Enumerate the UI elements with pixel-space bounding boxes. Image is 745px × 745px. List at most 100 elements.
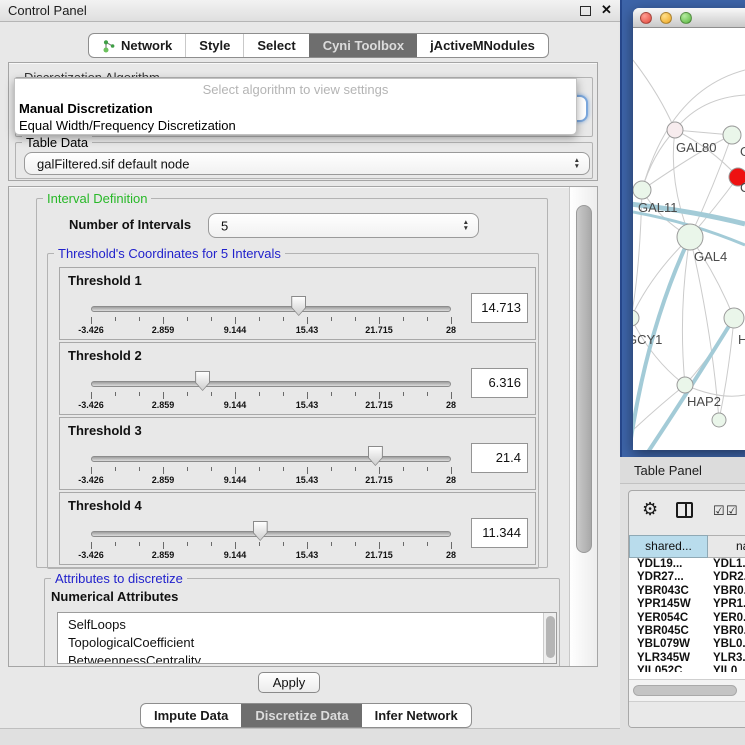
attribute-item[interactable]: TopologicalCoefficient: [58, 634, 556, 652]
table-row[interactable]: YLR345WYLR3...: [629, 652, 745, 665]
threshold-slider-track[interactable]: [91, 381, 451, 387]
threshold-slider-thumb[interactable]: [291, 296, 306, 316]
network-edge[interactable]: [642, 130, 675, 190]
table-row[interactable]: YBL079WYBL0...: [629, 638, 745, 651]
algorithm-dropdown-popup: Select algorithm to view settings Manual…: [14, 78, 577, 135]
interval-definition-group-title: Interval Definition: [43, 191, 151, 206]
network-node[interactable]: [677, 377, 693, 393]
tab-select[interactable]: Select: [243, 34, 308, 57]
close-traffic-light-icon[interactable]: [640, 12, 652, 24]
threshold-slider-thumb[interactable]: [368, 446, 383, 466]
split-columns-icon[interactable]: [676, 502, 693, 518]
table-data-group: Table Data galFiltered.sif default node …: [15, 142, 593, 179]
checkbox-icon[interactable]: ☑: [713, 503, 726, 519]
network-edge[interactable]: [682, 237, 690, 385]
scale-label: 28: [421, 475, 481, 485]
number-of-intervals-combobox[interactable]: 5 ▲▼: [208, 213, 479, 238]
network-node[interactable]: [633, 181, 651, 199]
attribute-item[interactable]: SelfLoops: [58, 616, 556, 634]
minimize-traffic-light-icon[interactable]: [660, 12, 672, 24]
column-header-shared-name[interactable]: shared...: [629, 535, 708, 558]
scale-label: 28: [421, 400, 481, 410]
network-canvas[interactable]: GAL80GAGAL11CGAL4GCY1HHAP2: [633, 28, 745, 450]
attributes-group-title: Attributes to discretize: [51, 571, 187, 586]
cell-shared-name: YBL079W: [637, 638, 690, 651]
zoom-traffic-light-icon[interactable]: [680, 12, 692, 24]
network-edge[interactable]: [690, 237, 719, 420]
network-node[interactable]: [723, 126, 741, 144]
cell-shared-name: YER054C: [637, 612, 688, 625]
tick-mark: [355, 467, 356, 471]
tick-mark: [163, 317, 164, 324]
network-node[interactable]: [712, 413, 726, 427]
network-window-titlebar: [633, 8, 745, 28]
network-node[interactable]: [677, 224, 703, 250]
tab-network[interactable]: Network: [89, 34, 185, 57]
tab-style[interactable]: Style: [185, 34, 243, 57]
thumb-face: [196, 372, 209, 390]
scale-label: 15.43: [277, 400, 337, 410]
table-row[interactable]: YBR043CYBR0...: [629, 585, 745, 598]
table-data-combobox[interactable]: galFiltered.sif default node ▲▼: [24, 152, 590, 175]
algorithm-option[interactable]: Equal Width/Frequency Discretization: [19, 117, 236, 134]
threshold-slider-thumb[interactable]: [253, 521, 268, 541]
threshold-value-field[interactable]: 21.4: [471, 443, 528, 473]
tick-mark: [115, 392, 116, 396]
tab-label: Cyni Toolbox: [323, 38, 404, 53]
tab-label: Infer Network: [375, 708, 458, 723]
table-row[interactable]: YDR27...YDR2...: [629, 571, 745, 584]
table-row[interactable]: YPR145WYPR1...: [629, 598, 745, 611]
cell-shared-name: YPR145W: [637, 598, 691, 611]
checkbox-icon[interactable]: ☑: [726, 503, 739, 519]
tick-mark: [403, 542, 404, 546]
threshold-slider-track[interactable]: [91, 306, 451, 312]
table-row[interactable]: YIL052CYIL0...: [629, 665, 745, 672]
algorithm-option[interactable]: Manual Discretization: [19, 100, 153, 117]
attribute-item[interactable]: BetweennessCentrality: [58, 652, 556, 664]
tab-impute-data[interactable]: Impute Data: [141, 704, 241, 727]
close-icon[interactable]: ✕: [601, 2, 612, 18]
network-node[interactable]: [633, 310, 639, 326]
threshold-value-field[interactable]: 6.316: [471, 368, 528, 398]
float-window-icon[interactable]: [580, 6, 591, 16]
gear-icon[interactable]: ⚙: [642, 499, 658, 520]
network-edge[interactable]: [633, 60, 675, 130]
node-label: GCY1: [633, 332, 662, 347]
tick-mark: [139, 392, 140, 396]
tick-mark: [307, 542, 308, 549]
tab-discretize-data[interactable]: Discretize Data: [241, 704, 361, 727]
tab-label: Discretize Data: [255, 708, 348, 723]
tick-mark: [187, 467, 188, 471]
network-node[interactable]: [667, 122, 683, 138]
threshold-slider-thumb[interactable]: [195, 371, 210, 391]
scale-label: 28: [421, 550, 481, 560]
scale-label: 21.715: [349, 550, 409, 560]
tab-cyni-toolbox[interactable]: Cyni Toolbox: [309, 34, 417, 57]
network-edge[interactable]: [633, 318, 685, 385]
column-header-name[interactable]: na: [708, 535, 745, 558]
settings-scrollbar-thumb[interactable]: [576, 205, 592, 553]
list-scrollbar-thumb[interactable]: [546, 616, 555, 658]
table-hscrollbar[interactable]: [629, 679, 745, 701]
table-hscrollbar-thumb[interactable]: [633, 685, 737, 696]
threshold-value-field[interactable]: 11.344: [471, 518, 528, 548]
list-scrollbar[interactable]: [543, 613, 556, 663]
cell-name: YLR3...: [713, 652, 745, 665]
table-row[interactable]: YBR045CYBR0...: [629, 625, 745, 638]
numerical-attributes-list[interactable]: SelfLoopsTopologicalCoefficientBetweenne…: [57, 612, 557, 664]
tick-mark: [427, 317, 428, 321]
network-node[interactable]: [724, 308, 744, 328]
tick-mark: [235, 467, 236, 474]
tab-infer-network[interactable]: Infer Network: [362, 704, 471, 727]
threshold-slider-track[interactable]: [91, 456, 451, 462]
threshold-value-field[interactable]: 14.713: [471, 293, 528, 323]
threshold-slider-track[interactable]: [91, 531, 451, 537]
scale-label: 2.859: [133, 400, 193, 410]
table-row[interactable]: YDL19...YDL1...: [629, 558, 745, 571]
network-edge[interactable]: [675, 95, 745, 130]
scale-label: 21.715: [349, 400, 409, 410]
tab-jactivemnodules[interactable]: jActiveMNodules: [417, 34, 548, 57]
settings-scrollbar[interactable]: [569, 187, 598, 666]
apply-button[interactable]: Apply: [258, 672, 320, 693]
table-row[interactable]: YER054CYER0...: [629, 612, 745, 625]
